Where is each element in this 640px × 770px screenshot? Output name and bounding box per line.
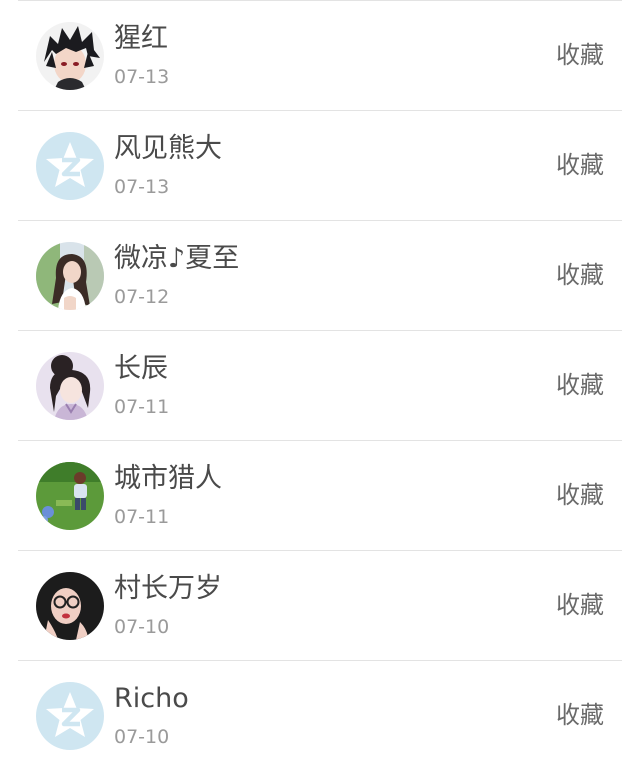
list-item[interactable]: 猩红 07-13 收藏: [18, 0, 622, 110]
contact-date: 07-11: [114, 396, 170, 418]
child-on-grass-avatar-icon[interactable]: [36, 462, 104, 530]
woman-photo-avatar-icon[interactable]: [36, 242, 104, 310]
favorite-button[interactable]: 收藏: [556, 587, 604, 623]
girl-glasses-avatar-icon[interactable]: [36, 572, 104, 640]
list-item[interactable]: 微凉♪夏至 07-12 收藏: [18, 220, 622, 330]
list-item[interactable]: 村长万岁 07-10 收藏: [18, 550, 622, 660]
favorite-button[interactable]: 收藏: [556, 697, 604, 733]
qzone-star-avatar-icon[interactable]: [36, 132, 104, 200]
contact-name: 风见熊大: [114, 133, 222, 164]
contact-date: 07-10: [114, 726, 170, 748]
list-item[interactable]: 城市猎人 07-11 收藏: [18, 440, 622, 550]
list-item[interactable]: 风见熊大 07-13 收藏: [18, 110, 622, 220]
contact-name: Richo: [114, 683, 189, 714]
illustrated-girl-avatar-icon[interactable]: [36, 352, 104, 420]
list-item[interactable]: Richo 07-10 收藏: [18, 660, 622, 770]
contact-date: 07-12: [114, 286, 170, 308]
anime-boy-avatar-icon[interactable]: [36, 22, 104, 90]
favorite-button[interactable]: 收藏: [556, 257, 604, 293]
contact-name: 村长万岁: [114, 573, 222, 604]
collection-list: 猩红 07-13 收藏 风见熊大 07-13 收藏 微凉♪夏至 07-12 收藏…: [0, 0, 640, 769]
contact-name: 城市猎人: [114, 463, 222, 494]
contact-date: 07-10: [114, 616, 170, 638]
favorite-button[interactable]: 收藏: [556, 147, 604, 183]
favorite-button[interactable]: 收藏: [556, 477, 604, 513]
contact-name: 长辰: [114, 353, 168, 384]
contact-date: 07-13: [114, 66, 170, 88]
qzone-star-avatar-icon[interactable]: [36, 682, 104, 750]
list-item[interactable]: 长辰 07-11 收藏: [18, 330, 622, 440]
contact-date: 07-11: [114, 506, 170, 528]
favorite-button[interactable]: 收藏: [556, 367, 604, 403]
contact-name: 猩红: [114, 23, 168, 54]
contact-date: 07-13: [114, 176, 170, 198]
contact-name: 微凉♪夏至: [114, 243, 240, 274]
favorite-button[interactable]: 收藏: [556, 37, 604, 73]
